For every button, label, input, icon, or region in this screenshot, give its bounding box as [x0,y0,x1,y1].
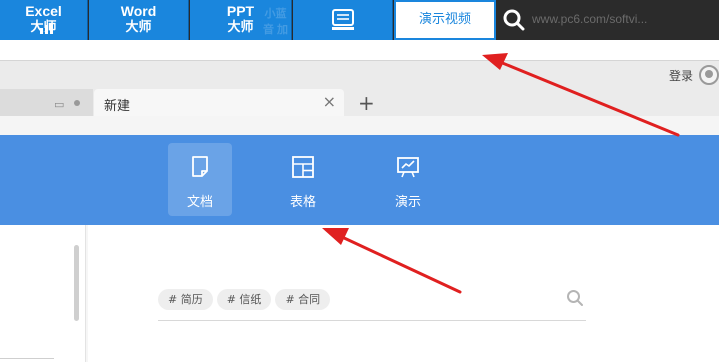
word-tab-title: Word [120,3,157,19]
tab-title: 新建 [104,99,131,114]
tab-spreadsheet-label: 表格 [289,195,316,210]
presentation-board-icon [332,9,354,30]
tag-chips: # 简历 # 信纸 # 合同 [158,288,334,310]
left-pane [0,225,86,362]
monitor-icon: ▭ [54,98,65,111]
excel-master-tab[interactable]: Excel 大师 [0,0,88,40]
search-underline [158,320,586,321]
tab-document[interactable]: 文档 [168,143,232,216]
top-ribbon: Excel 大师 Word 大师 PPT 大师 小蓝音 加 演示视频 www.p… [0,0,719,40]
tab-document-label: 文档 [186,195,213,210]
chip-letter-paper[interactable]: # 信纸 [216,289,272,310]
ghost-watermark-text: 小蓝音 加 [262,8,289,36]
document-icon [192,156,208,177]
presentation-icon [397,157,419,178]
app-header: 文档 表格 演示 [0,135,719,225]
chip-contract[interactable]: # 合同 [275,289,331,310]
divider [0,358,54,359]
search-icon[interactable] [503,9,525,31]
word-master-tab[interactable]: Word 大师 [89,0,189,40]
demo-video-tab[interactable]: 演示视频 [394,0,496,40]
chart-icon [40,23,53,34]
new-tab-button[interactable]: + [358,89,375,117]
login-link[interactable]: 登录 [669,67,693,84]
chip-resume[interactable]: # 简历 [158,289,213,310]
tab-presentation-label: 演示 [394,195,421,210]
presentation-tab[interactable] [293,0,393,40]
content-area: # 简历 # 信纸 # 合同 [0,225,719,362]
scrollbar[interactable] [74,245,79,321]
avatar-icon[interactable] [699,65,719,85]
main-pane: # 简历 # 信纸 # 合同 [88,225,719,362]
ppt-master-tab[interactable]: PPT 大师 小蓝音 加 [190,0,292,40]
tab-presentation[interactable]: 演示 [376,143,440,216]
dot-icon [74,100,80,106]
demo-video-label: 演示视频 [418,12,471,27]
address-area[interactable]: www.pc6.com/softvi... [498,0,719,40]
app-top-strip [0,116,719,135]
spacer [0,40,719,60]
url-text: www.pc6.com/softvi... [532,12,648,26]
previous-tab[interactable]: ▭ [0,89,93,117]
table-icon [292,156,314,178]
template-search-icon[interactable] [566,289,584,307]
close-icon[interactable]: × [323,92,336,111]
browser-chrome: 登录 ▭ 新建 × + [0,60,719,117]
tab-spreadsheet[interactable]: 表格 [271,143,335,216]
active-tab[interactable]: 新建 × [94,89,344,117]
word-tab-subtitle: 大师 [125,19,152,34]
excel-tab-title: Excel [25,3,62,19]
